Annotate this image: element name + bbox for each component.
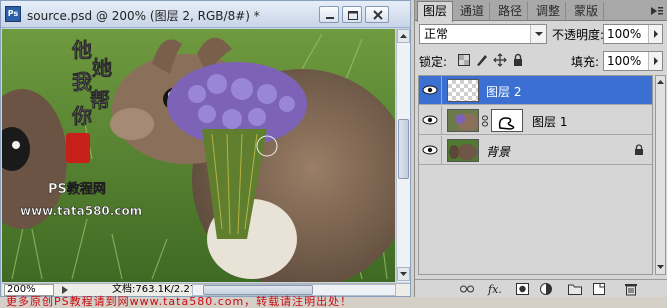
layer-row-layer1[interactable]: 图层 1 (419, 106, 652, 135)
panel-tab-bar: 图层 通道 路径 调整 蒙版 (415, 0, 667, 22)
blend-mode-select[interactable]: 正常 (419, 24, 547, 44)
watermark-char: 他 (71, 38, 92, 62)
watermark-site: PS教程网 (48, 181, 106, 197)
up-arrow-icon[interactable] (656, 77, 665, 87)
lock-label: 锁定: (419, 55, 448, 69)
lock-transparent-icon[interactable] (457, 53, 471, 67)
chevron-right-icon (654, 30, 658, 38)
scroll-up-arrow[interactable] (397, 29, 410, 43)
opacity-slider-button[interactable] (648, 25, 662, 43)
tab-channels[interactable]: 通道 (455, 2, 491, 21)
watermark-char: 帮 (90, 88, 110, 112)
down-arrow-icon[interactable] (656, 262, 665, 272)
watermark-char: 我 (72, 70, 92, 94)
document-window: Ps source.psd @ 200% (图层 2, RGB/8#) * 他 … (0, 0, 411, 297)
blend-mode-value: 正常 (424, 27, 449, 41)
thumbnail-image (455, 113, 478, 131)
watermark-url: www.tata580.com (20, 204, 142, 218)
lock-position-icon[interactable] (493, 53, 507, 67)
lock-all-icon[interactable] (511, 53, 525, 67)
blend-dropdown-button[interactable] (530, 25, 546, 43)
tab-layers[interactable]: 图层 (417, 1, 454, 22)
lock-fill-row: 锁定: 填充: 100% (419, 51, 665, 71)
chevron-right-icon (654, 57, 658, 65)
footer-caption: 更多原创PS教程请到网www.tata580.com，转载请注明出处！ (6, 295, 353, 308)
minimize-button[interactable] (319, 6, 339, 23)
chain-link-icon[interactable] (481, 115, 489, 127)
layer-thumbnail[interactable] (447, 79, 479, 102)
layer-row-background[interactable]: 背景 (419, 136, 652, 165)
layers-scrollbar[interactable] (655, 75, 666, 275)
tab-paths[interactable]: 路径 (493, 2, 529, 21)
layers-list: 图层 2 图层 1 背景 (418, 75, 653, 275)
new-group-icon[interactable] (567, 282, 583, 296)
trash-icon[interactable] (623, 282, 639, 296)
minimize-icon (326, 17, 334, 19)
visibility-eye-icon[interactable] (422, 83, 438, 97)
link-layers-icon[interactable] (459, 282, 475, 296)
panel-menu-icon[interactable] (650, 5, 664, 17)
canvas-image: 他 她 我 帮 你 PS教程网 www.tata580.com (2, 29, 395, 282)
layer-style-fx-icon[interactable]: fx. (487, 282, 503, 296)
layer-name[interactable]: 背景 (486, 143, 510, 160)
layer-mask-thumbnail[interactable] (491, 109, 523, 132)
adjustment-layer-icon[interactable] (539, 282, 555, 296)
fill-label: 填充: (571, 55, 600, 69)
tab-masks[interactable]: 蒙版 (569, 2, 605, 21)
blend-opacity-row: 正常 不透明度: 100% (419, 24, 665, 46)
maximize-button[interactable] (342, 6, 362, 23)
fill-value: 100% (607, 54, 642, 68)
close-icon (373, 10, 383, 20)
layer-row-layer2[interactable]: 图层 2 (419, 76, 652, 105)
horizontal-scroll-thumb[interactable] (203, 285, 313, 295)
seal-stamp (66, 133, 90, 163)
layer-thumbnail[interactable] (447, 109, 479, 132)
watermark-char: 你 (71, 104, 92, 128)
opacity-label: 不透明度: (552, 28, 605, 42)
add-mask-icon[interactable] (515, 282, 531, 296)
thumbnail-image (449, 144, 477, 160)
lock-image-pixels-icon[interactable] (475, 53, 489, 67)
opacity-value: 100% (607, 27, 642, 41)
fill-field[interactable]: 100% (603, 51, 663, 71)
close-button[interactable] (365, 6, 389, 23)
layer-name[interactable]: 图层 1 (532, 113, 567, 130)
maximize-icon (348, 11, 358, 20)
opacity-field[interactable]: 100% (603, 24, 663, 44)
divider (441, 76, 442, 105)
document-titlebar[interactable]: Ps source.psd @ 200% (图层 2, RGB/8#) * (1, 1, 410, 28)
new-layer-icon[interactable] (591, 282, 607, 296)
visibility-eye-icon[interactable] (422, 113, 438, 127)
layers-panel: 图层 通道 路径 调整 蒙版 正常 不透明度: 100% 锁定: 填充: 100… (414, 0, 667, 297)
layer-name[interactable]: 图层 2 (486, 83, 521, 100)
photoshop-app-icon: Ps (5, 6, 21, 22)
watermark-char: 她 (92, 56, 112, 80)
tab-adjustments[interactable]: 调整 (531, 2, 567, 21)
app-root: Ps source.psd @ 200% (图层 2, RGB/8#) * 他 … (0, 0, 667, 308)
mask-shape (498, 117, 515, 130)
image-canvas[interactable]: 他 她 我 帮 你 PS教程网 www.tata580.com (2, 29, 395, 282)
document-title: source.psd @ 200% (图层 2, RGB/8#) * (27, 9, 260, 23)
divider (441, 106, 442, 135)
status-info-arrow-icon[interactable] (59, 285, 71, 295)
canvas-vertical-scrollbar[interactable] (396, 29, 410, 282)
scroll-down-arrow[interactable] (397, 267, 410, 281)
layer-thumbnail[interactable] (447, 139, 479, 162)
down-arrow-icon (400, 272, 407, 276)
up-arrow-icon (400, 34, 407, 38)
vertical-scroll-thumb[interactable] (398, 119, 409, 179)
divider (441, 136, 442, 165)
lock-icon (635, 144, 643, 155)
visibility-eye-icon[interactable] (422, 143, 438, 157)
fill-slider-button[interactable] (648, 52, 662, 70)
chevron-down-icon (535, 32, 543, 36)
